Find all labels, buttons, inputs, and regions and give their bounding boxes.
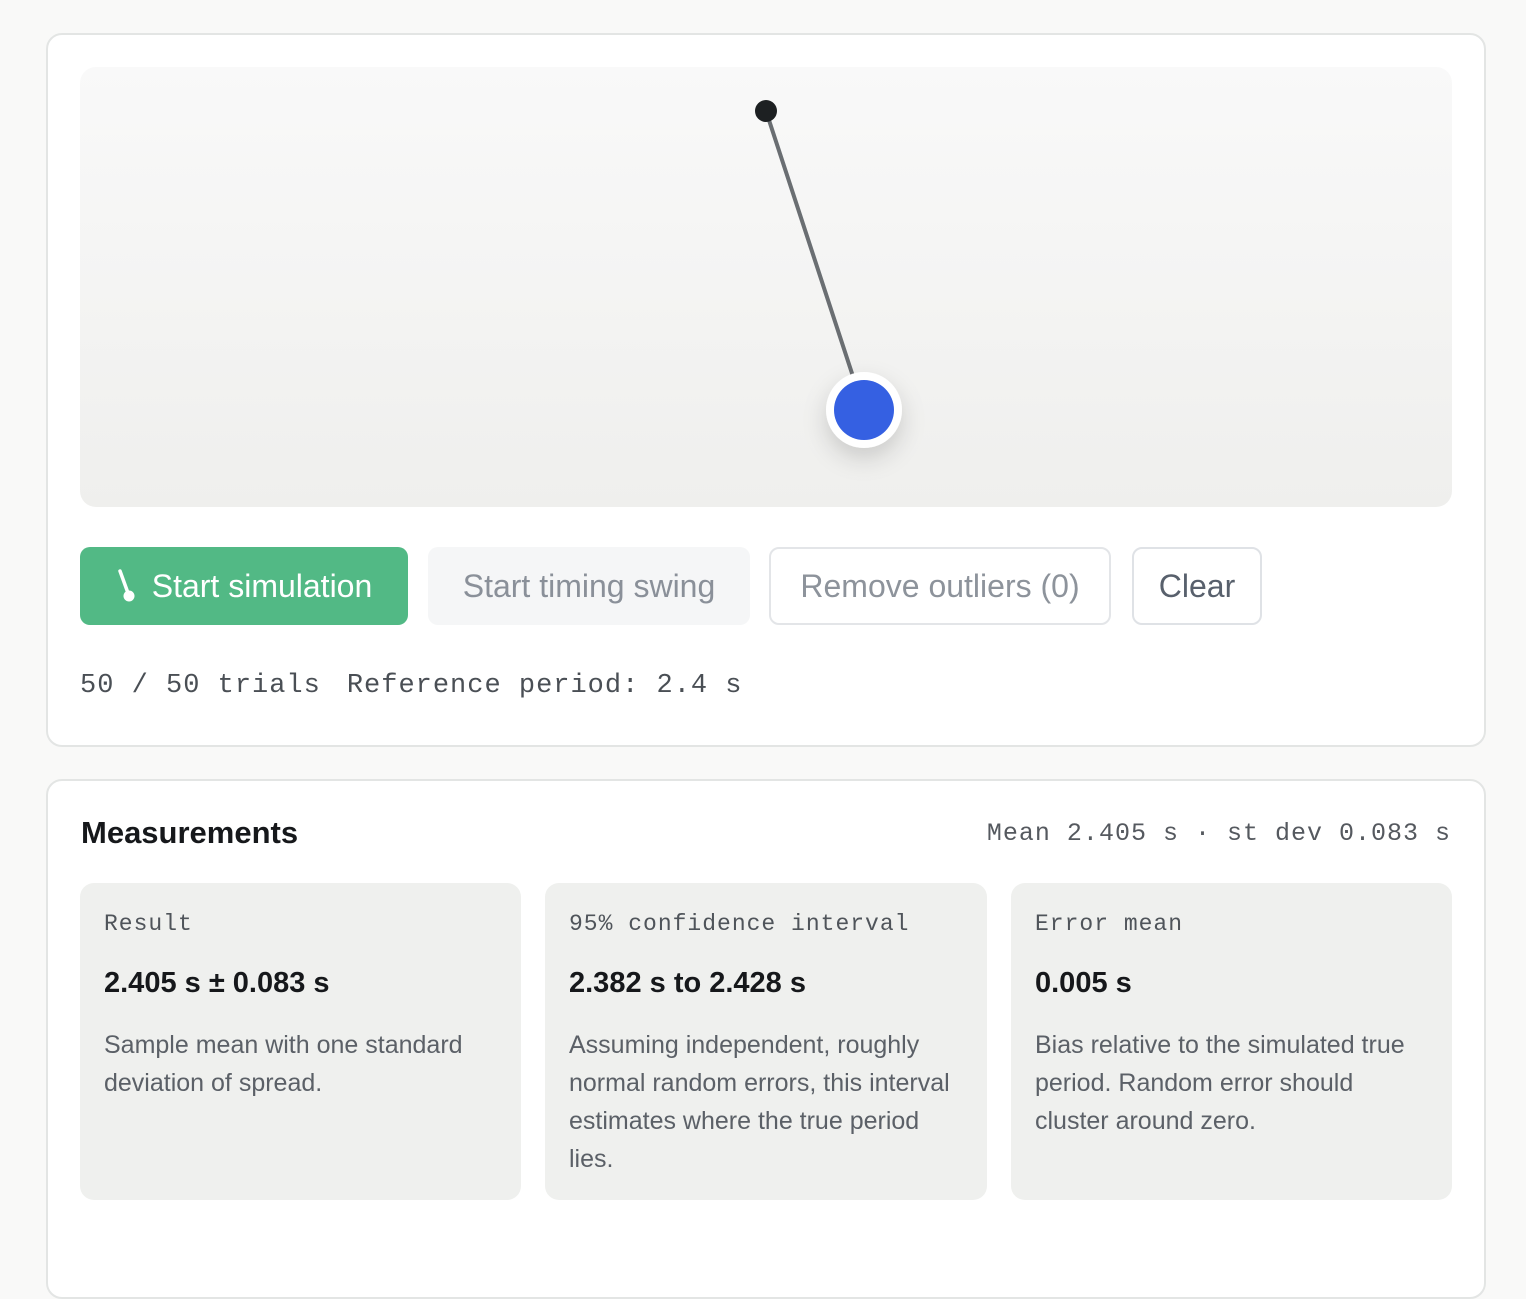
reference-period: Reference period: 2.4 s [346, 671, 743, 701]
card-value: 2.382 s to 2.428 s [569, 967, 806, 999]
card-label: Result [104, 911, 193, 937]
simulation-panel: Start simulation Start timing swing Remo… [46, 33, 1486, 747]
pendulum-pivot [755, 100, 777, 122]
status-line: 50 / 50 trials Reference period: 2.4 s [80, 671, 743, 701]
measurements-panel: Measurements Mean 2.405 s · st dev 0.083… [46, 779, 1486, 1299]
pendulum-drawing [755, 100, 902, 448]
card-value: 2.405 s ± 0.083 s [104, 967, 330, 999]
clear-button[interactable]: Clear [1132, 547, 1262, 625]
pendulum-string [764, 109, 866, 412]
result-card: Result 2.405 s ± 0.083 s Sample mean wit… [80, 883, 521, 1200]
card-label: Error mean [1035, 911, 1184, 937]
clear-label: Clear [1158, 567, 1236, 604]
start-simulation-label: Start simulation [151, 567, 373, 604]
measurements-summary: Mean 2.405 s · st dev 0.083 s [986, 819, 1451, 848]
pendulum-icon [117, 569, 135, 602]
start-timing-swing-button[interactable]: Start timing swing [428, 547, 750, 625]
card-description: Bias relative to the simulated true peri… [1035, 1031, 1405, 1135]
confidence-interval-card: 95% confidence interval 2.382 s to 2.428… [545, 883, 987, 1200]
card-value: 0.005 s [1035, 967, 1132, 999]
start-timing-label: Start timing swing [462, 567, 716, 604]
card-label: 95% confidence interval [569, 911, 910, 937]
pendulum-stage [80, 67, 1452, 507]
card-description: Assuming independent, roughly normal ran… [569, 1031, 950, 1173]
pendulum-bob[interactable] [826, 372, 902, 448]
start-simulation-button[interactable]: Start simulation [80, 547, 408, 625]
measurements-title: Measurements [81, 815, 299, 850]
remove-outliers-button[interactable]: Remove outliers (0) [769, 547, 1111, 625]
error-mean-card: Error mean 0.005 s Bias relative to the … [1011, 883, 1452, 1200]
remove-outliers-label: Remove outliers (0) [800, 567, 1080, 604]
trial-count: 50 / 50 trials [80, 671, 321, 701]
card-description: Sample mean with one standard deviation … [104, 1031, 463, 1097]
